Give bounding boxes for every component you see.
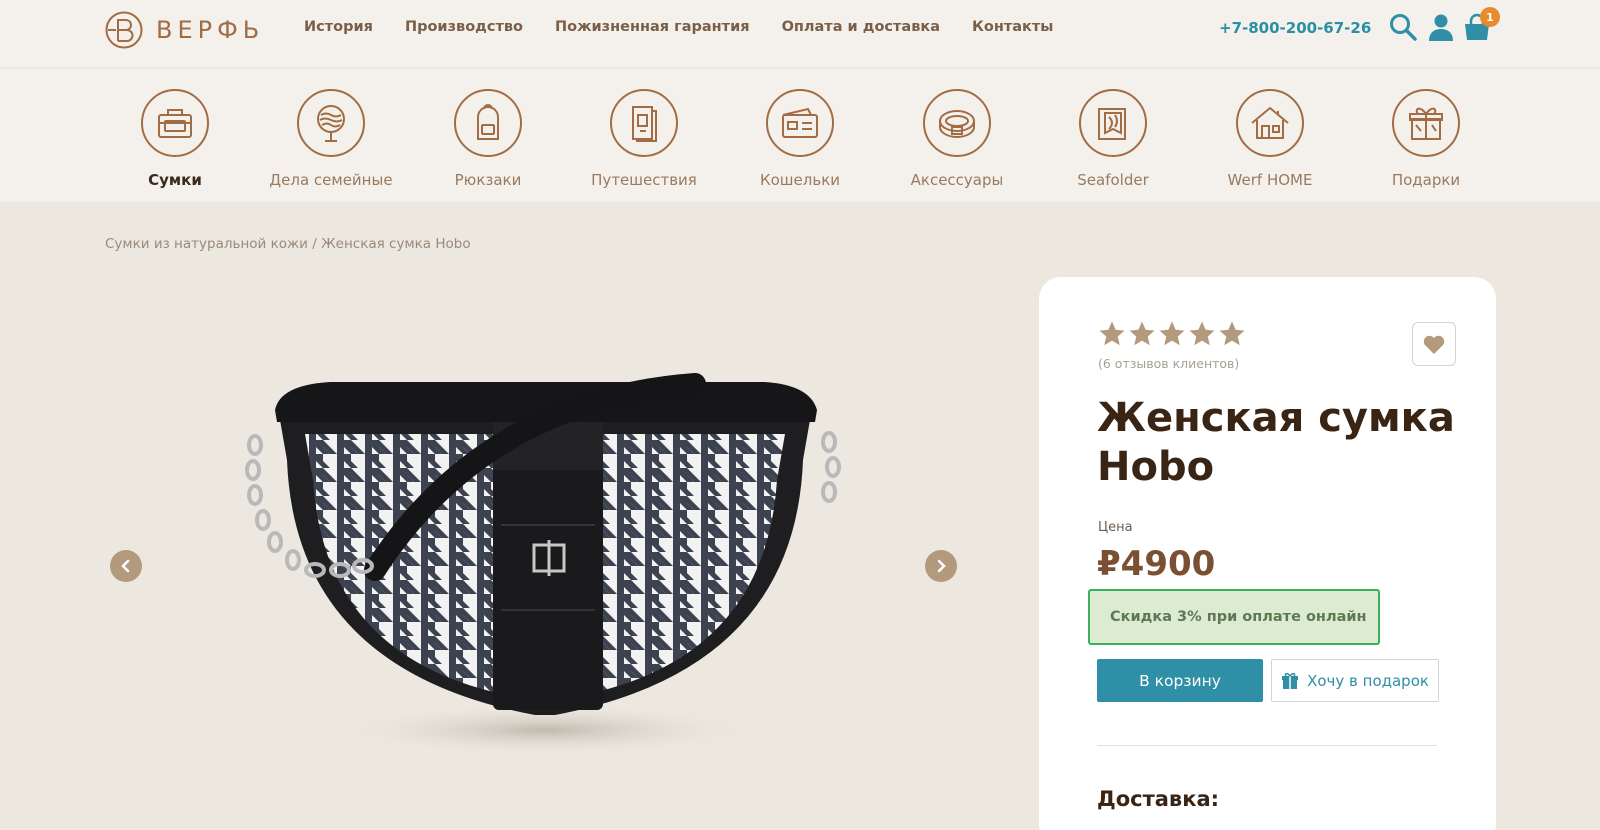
- price-label: Цена: [1098, 520, 1133, 535]
- nav-link-warranty[interactable]: Пожизненная гарантия: [555, 19, 750, 35]
- category-wallets[interactable]: Кошельки: [720, 89, 880, 189]
- product-image[interactable]: [225, 370, 845, 770]
- category-bags[interactable]: Сумки: [95, 89, 255, 189]
- category-accessories[interactable]: Аксессуары: [877, 89, 1037, 189]
- category-label: Подарки: [1391, 171, 1461, 189]
- backpack-icon: [454, 89, 522, 157]
- gallery-prev-arrow-icon[interactable]: [110, 550, 142, 582]
- category-werf-home[interactable]: Werf HOME: [1190, 89, 1350, 189]
- nav-link-history[interactable]: История: [304, 19, 373, 35]
- logo-text: ВЕРФЬ: [156, 16, 265, 44]
- folder-icon: [1079, 89, 1147, 157]
- category-label: Путешествия: [591, 171, 697, 189]
- add-to-cart-button[interactable]: В корзину: [1097, 659, 1263, 702]
- logo-anchor-icon: [105, 11, 143, 49]
- category-seafolder[interactable]: Seafolder: [1033, 89, 1193, 189]
- breadcrumb-separator: /: [307, 236, 322, 252]
- category-family[interactable]: Дела семейные: [251, 89, 411, 189]
- site-header: ВЕРФЬ История Производство Пожизненная г…: [0, 0, 1600, 68]
- category-gifts[interactable]: Подарки: [1346, 89, 1506, 189]
- star-icon: [1189, 321, 1215, 346]
- product-gallery: [100, 270, 980, 830]
- product-price: ₽4900: [1097, 544, 1216, 584]
- nav-link-production[interactable]: Производство: [405, 19, 523, 35]
- gift-icon: [1282, 672, 1299, 689]
- category-bar: Сумки Дела семейные Рюкзаки Путешествия …: [0, 69, 1600, 202]
- gallery-next-arrow-icon[interactable]: [925, 550, 957, 582]
- breadcrumb: Сумки из натуральной кожи / Женская сумк…: [105, 236, 471, 252]
- belt-icon: [923, 89, 991, 157]
- house-icon: [1236, 89, 1304, 157]
- star-icon: [1159, 321, 1185, 346]
- category-label: Werf HOME: [1227, 171, 1313, 189]
- delivery-heading: Доставка:: [1097, 787, 1220, 811]
- gift-icon: [1392, 89, 1460, 157]
- discount-banner: Скидка 3% при оплате онлайн: [1088, 589, 1380, 645]
- logo[interactable]: ВЕРФЬ: [104, 8, 264, 52]
- passport-icon: [610, 89, 678, 157]
- star-icon: [1219, 321, 1245, 346]
- breadcrumb-current: Женская сумка Hobo: [321, 236, 471, 252]
- phone-link[interactable]: +7-800-200-67-26: [1219, 19, 1371, 37]
- category-label: Сумки: [148, 171, 202, 189]
- nav-link-contacts[interactable]: Контакты: [972, 19, 1053, 35]
- category-label: Кошельки: [759, 171, 841, 189]
- category-label: Аксессуары: [910, 171, 1004, 189]
- gift-button-label: Хочу в подарок: [1307, 671, 1429, 690]
- family-tree-icon: [297, 89, 365, 157]
- category-label: Seafolder: [1077, 171, 1149, 189]
- want-as-gift-button[interactable]: Хочу в подарок: [1271, 659, 1439, 702]
- rating-stars: [1097, 319, 1247, 349]
- cart-count-badge: 1: [1480, 7, 1500, 27]
- category-label: Рюкзаки: [454, 171, 522, 189]
- product-title: Женская сумка Hobo: [1097, 395, 1455, 490]
- category-backpacks[interactable]: Рюкзаки: [408, 89, 568, 189]
- product-card: (6 отзывов клиентов) Женская сумка Hobo …: [1039, 277, 1496, 830]
- category-travel[interactable]: Путешествия: [564, 89, 724, 189]
- nav-link-payment-delivery[interactable]: Оплата и доставка: [782, 19, 940, 35]
- star-icon: [1099, 321, 1125, 346]
- search-icon[interactable]: [1388, 12, 1418, 42]
- divider: [1097, 745, 1437, 746]
- wallet-icon: [766, 89, 834, 157]
- breadcrumb-link-bags[interactable]: Сумки из натуральной кожи: [105, 236, 308, 252]
- reviews-count-link[interactable]: (6 отзывов клиентов): [1098, 356, 1239, 371]
- category-label: Дела семейные: [269, 171, 393, 189]
- favorite-button[interactable]: [1412, 322, 1456, 366]
- star-icon: [1129, 321, 1155, 346]
- bag-icon: [141, 89, 209, 157]
- user-icon[interactable]: [1426, 12, 1456, 42]
- main-nav: История Производство Пожизненная гаранти…: [304, 19, 1085, 35]
- heart-icon: [1423, 335, 1445, 354]
